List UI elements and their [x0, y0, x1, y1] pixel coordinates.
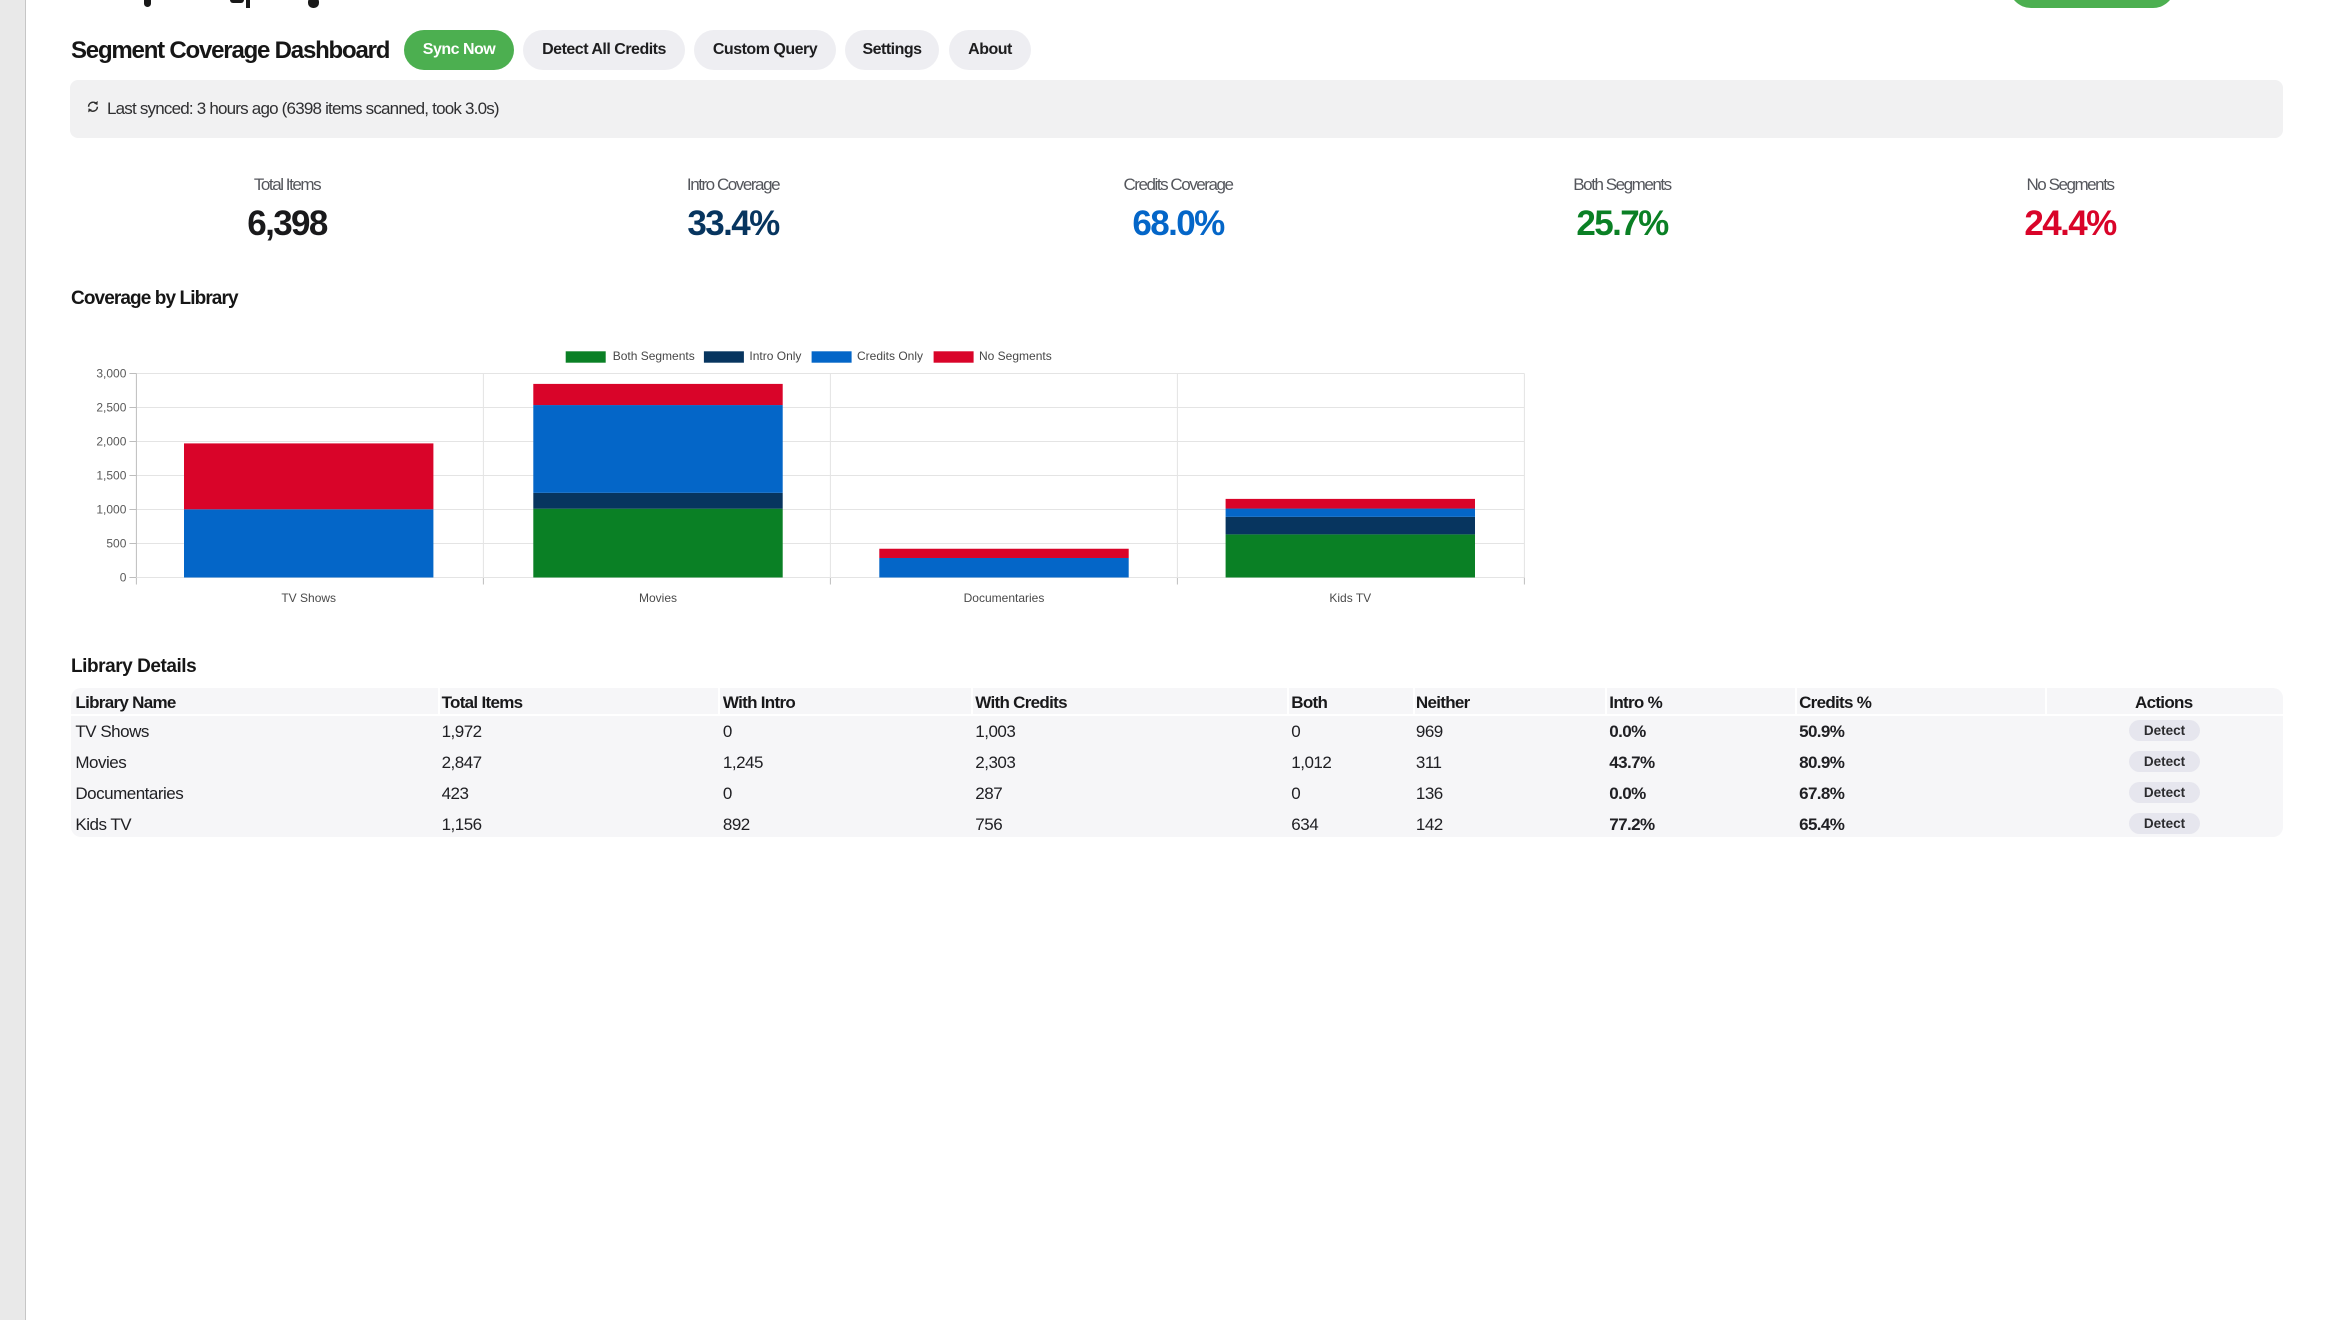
- svg-text:3,000: 3,000: [96, 367, 126, 381]
- svg-text:500: 500: [106, 537, 126, 551]
- svg-text:2,000: 2,000: [96, 435, 126, 449]
- svg-text:No Segments: No Segments: [979, 349, 1052, 363]
- svg-text:Movies: Movies: [639, 591, 677, 605]
- svg-text:Both Segments: Both Segments: [613, 349, 695, 363]
- svg-text:Intro Only: Intro Only: [749, 349, 801, 363]
- svg-text:1,500: 1,500: [96, 469, 126, 483]
- svg-text:Documentaries: Documentaries: [964, 591, 1045, 605]
- svg-text:TV Shows: TV Shows: [281, 591, 336, 605]
- svg-text:2,500: 2,500: [96, 401, 126, 415]
- svg-text:1,000: 1,000: [96, 503, 126, 517]
- svg-text:Kids TV: Kids TV: [1329, 591, 1371, 605]
- svg-text:0: 0: [120, 571, 127, 585]
- svg-text:Credits Only: Credits Only: [857, 349, 923, 363]
